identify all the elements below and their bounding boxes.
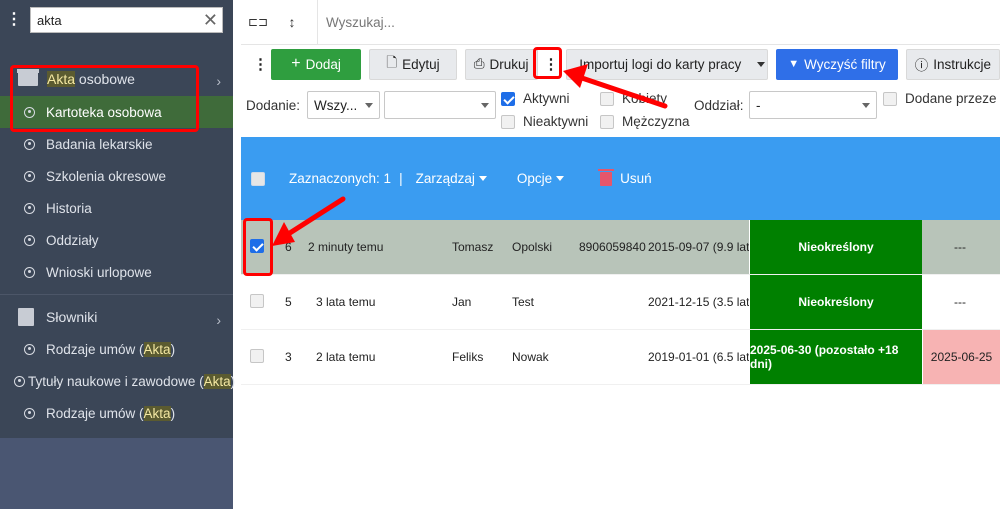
document-icon: 🗋 — [386, 54, 398, 70]
chevron-right-icon: › — [216, 312, 221, 328]
annotation-highlight-more-button — [533, 47, 562, 79]
status-badge: Nieokreślony — [749, 220, 922, 274]
cell-id: 3 — [285, 350, 292, 364]
printer-icon: ⎙ — [473, 56, 485, 71]
department-label: Oddział: — [694, 98, 744, 113]
select-all-checkbox[interactable] — [251, 171, 265, 186]
caret-down-icon — [478, 176, 487, 181]
global-search-input[interactable]: Wyszukaj... — [317, 0, 1000, 44]
caret-down-icon — [862, 103, 870, 108]
sidebar-item-tytuly[interactable]: Tytuły naukowe i zawodowe (Akta) — [0, 365, 235, 397]
cell-start-date: 2019-01-01 (6.5 lat) — [648, 350, 754, 364]
annotation-highlight-sidebar — [10, 65, 199, 132]
top-bar: ⊏⊐ ↕ Wyszukaj... — [241, 0, 1000, 45]
caret-down-icon — [365, 103, 373, 108]
sidebar-item-szkolenia[interactable]: Szkolenia okresowe — [0, 160, 233, 192]
sidebar-top: ⋮ akta ✕ — [0, 0, 233, 40]
status-badge: 2025-06-30 (pozostało +18 dni) — [749, 330, 922, 384]
sidebar-item-oddzialy[interactable]: Oddziały — [0, 224, 233, 256]
cell-id: 5 — [285, 295, 292, 309]
added-label: Dodanie: — [246, 98, 301, 113]
cell-end-date: --- — [954, 295, 966, 309]
cell-pesel: 8906059840 — [579, 240, 646, 254]
added-by-me-checkbox[interactable]: Dodane przeze m — [883, 91, 1000, 106]
row-checkbox[interactable] — [250, 349, 264, 363]
sidebar-search-value: akta — [37, 12, 62, 28]
filter-clear-icon: ▼ — [788, 58, 800, 70]
table-row[interactable]: 3 2 lata temu Feliks Nowak 2019-01-01 (6… — [241, 330, 1000, 385]
caret-down-icon — [556, 176, 565, 181]
department-select[interactable]: - — [749, 91, 877, 119]
cell-first-name: Tomasz — [452, 240, 494, 254]
import-logs-dropdown[interactable]: Importuj logi do karty pracy — [566, 48, 769, 80]
sidebar-search-input[interactable]: akta ✕ — [30, 7, 223, 33]
status-badge: Nieokreślony — [749, 275, 922, 329]
info-icon: ⓘ — [914, 58, 929, 73]
circle-dot-icon — [24, 343, 35, 355]
table-row[interactable]: 5 3 lata temu Jan Test 2021-12-15 (3.5 l… — [241, 275, 1000, 330]
options-dropdown[interactable]: Opcje — [517, 171, 565, 186]
sidebar-item-rodzaje-umow-2[interactable]: Rodzaje umów (Akta) — [0, 397, 233, 429]
action-toolbar: ⋮ + Dodaj 🗋 Edytuj ⎙ Drukuj ⋮ Importuj l… — [241, 46, 1000, 82]
sidebar-footer — [0, 438, 233, 509]
clear-search-icon[interactable]: ✕ — [203, 10, 218, 30]
sidebar-item-wnioski[interactable]: Wnioski urlopowe — [0, 256, 233, 288]
tree-view-icon[interactable]: ⊏⊐ — [241, 15, 275, 29]
cell-start-date: 2015-09-07 (9.9 lat) — [648, 240, 754, 254]
circle-dot-icon — [14, 375, 25, 387]
cell-last-name: Nowak — [512, 350, 549, 364]
plus-icon: + — [291, 55, 301, 72]
end-date-badge: 2025-06-25 — [923, 330, 1000, 384]
book-icon — [18, 308, 34, 326]
cell-added: 2 lata temu — [316, 350, 376, 364]
circle-dot-icon — [24, 234, 35, 246]
added-date-select[interactable] — [384, 91, 496, 119]
table-row[interactable]: 6 2 minuty temu Tomasz Opolski 890605984… — [241, 220, 1000, 275]
cell-last-name: Test — [512, 295, 535, 309]
cell-last-name: Opolski — [512, 240, 553, 254]
circle-dot-icon — [24, 170, 35, 182]
employee-table: 6 2 minuty temu Tomasz Opolski 890605984… — [241, 220, 1000, 385]
inactive-checkbox[interactable]: Nieaktywni — [501, 114, 588, 129]
added-select[interactable]: Wszy... — [307, 91, 380, 119]
active-checkbox[interactable]: Aktywni — [501, 91, 570, 106]
add-button[interactable]: + Dodaj — [271, 48, 362, 80]
instructions-button[interactable]: ⓘ Instrukcje — [905, 48, 1000, 80]
circle-dot-icon — [24, 202, 35, 214]
cell-added: 3 lata temu — [316, 295, 376, 309]
annotation-highlight-row-checkbox — [243, 218, 273, 276]
manage-dropdown[interactable]: Zarządzaj — [416, 171, 487, 186]
chevron-right-icon: › — [216, 73, 221, 89]
menu-dots-icon[interactable]: ⋮ — [6, 12, 22, 28]
cell-first-name: Jan — [452, 295, 472, 309]
sidebar-group-slowniki[interactable]: Słowniki › — [0, 301, 233, 333]
cell-end-date: --- — [954, 240, 966, 254]
clear-filters-button[interactable]: ▼ Wyczyść filtry — [776, 48, 898, 80]
sort-vertical-icon[interactable]: ↕ — [275, 14, 309, 30]
women-checkbox[interactable]: Kobiety — [600, 91, 667, 106]
print-button[interactable]: ⎙ Drukuj — [464, 48, 538, 80]
sidebar-item-rodzaje-umow[interactable]: Rodzaje umów (Akta) — [0, 333, 233, 365]
caret-down-icon — [481, 103, 489, 108]
toolbar-menu-dots-icon[interactable]: ⋮ — [253, 55, 268, 73]
circle-dot-icon — [24, 266, 35, 278]
cell-first-name: Feliks — [452, 350, 484, 364]
delete-button[interactable]: Usuń — [598, 168, 652, 186]
filters-bar: Dodanie: Wszy... Aktywni Nieaktywni Kobi… — [246, 86, 1000, 136]
trash-icon — [598, 168, 615, 186]
circle-dot-icon — [24, 138, 35, 150]
sidebar-item-historia[interactable]: Historia — [0, 192, 233, 224]
table-selection-bar: Zaznaczonych: 1 | Zarządzaj Opcje Usuń — [241, 137, 1000, 220]
cell-id: 6 — [285, 240, 292, 254]
circle-dot-icon — [24, 407, 35, 419]
row-checkbox[interactable] — [250, 294, 264, 308]
main-panel: ⊏⊐ ↕ Wyszukaj... ⋮ + Dodaj 🗋 Edytuj ⎙ Dr… — [241, 0, 1000, 509]
edit-button[interactable]: 🗋 Edytuj — [369, 48, 457, 80]
caret-down-icon — [757, 61, 766, 67]
selected-count: Zaznaczonych: 1 | — [289, 171, 403, 186]
sidebar-item-badania[interactable]: Badania lekarskie — [0, 128, 233, 160]
cell-start-date: 2021-12-15 (3.5 lat) — [648, 295, 754, 309]
cell-added: 2 minuty temu — [308, 240, 384, 254]
men-checkbox[interactable]: Mężczyzna — [600, 114, 690, 129]
